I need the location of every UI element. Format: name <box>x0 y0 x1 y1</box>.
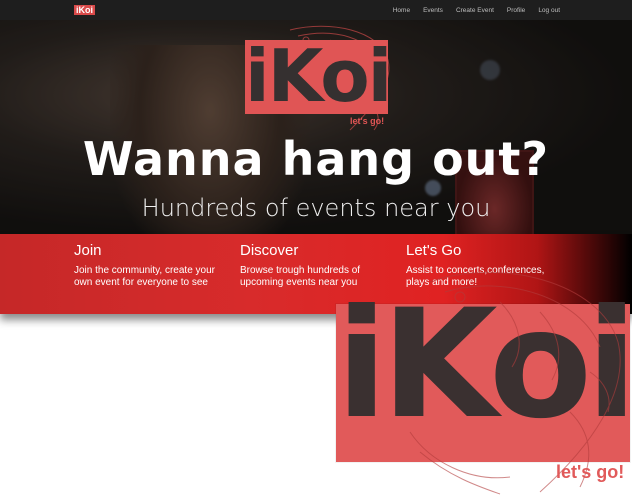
hero-subheadline: Hundreds of events near you <box>141 194 491 222</box>
feature-title: Join <box>74 242 102 259</box>
hero-logo-tagline: let's go! <box>350 116 385 126</box>
nav-home[interactable]: Home <box>393 7 410 14</box>
nav-logout[interactable]: Log out <box>538 7 560 14</box>
feature-text: Join the community, create your own even… <box>74 265 215 288</box>
large-logo-tagline: let's go! <box>556 462 625 482</box>
hero-logo-text: iKoi <box>245 34 392 118</box>
large-logo-text: iKoi <box>336 278 632 452</box>
hero-logo: iKoi <box>245 34 392 118</box>
large-logo: iKoi <box>336 278 632 462</box>
feature-join: Join Join the community, create your own… <box>74 242 234 289</box>
feature-title: Let's Go <box>406 242 462 259</box>
hero-section: iKoi let's go! Wanna hang out? Hundreds … <box>0 20 632 234</box>
feature-title: Discover <box>240 242 299 259</box>
top-navbar: iKoi Home Events Create Event Profile Lo… <box>0 0 632 20</box>
nav-create-event[interactable]: Create Event <box>456 7 494 14</box>
hero-headline: Wanna hang out? <box>82 132 550 186</box>
nav-events[interactable]: Events <box>423 7 443 14</box>
brand-logo[interactable]: iKoi <box>74 5 95 15</box>
nav-links: Home Events Create Event Profile Log out <box>393 0 560 20</box>
nav-profile[interactable]: Profile <box>507 7 525 14</box>
